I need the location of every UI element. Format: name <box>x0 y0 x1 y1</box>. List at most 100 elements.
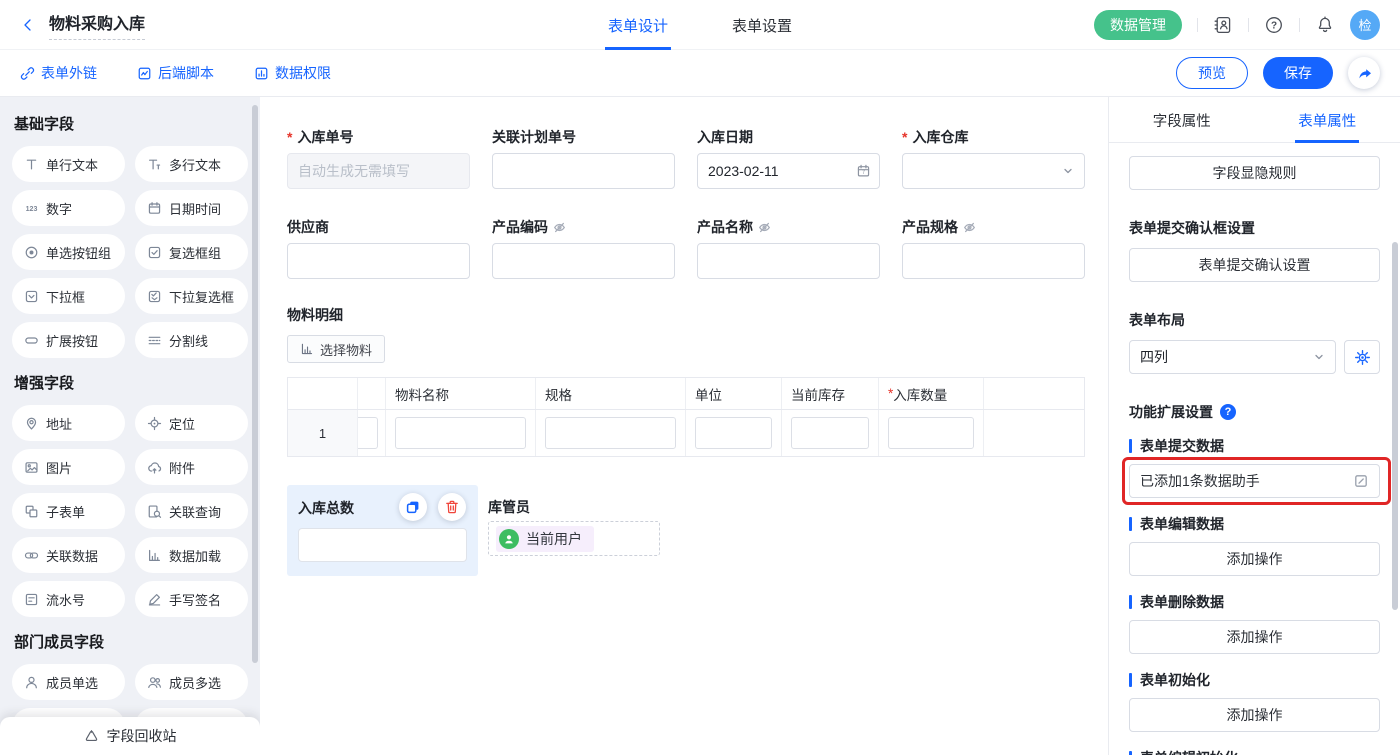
subform-material-detail[interactable]: 物料明细 选择物料 物料名称 规格 单位 当前库存 *入库数量 1 <box>287 307 1108 457</box>
warehouse-select[interactable] <box>902 153 1085 189</box>
sidebar-item-radio-group[interactable]: 单选按钮组 <box>12 234 125 270</box>
inbound-qty-input[interactable] <box>888 417 974 449</box>
data-manage-button[interactable]: 数据管理 <box>1094 10 1182 40</box>
field-product-name[interactable]: 产品名称 <box>697 219 880 279</box>
submit-confirm-button[interactable]: 表单提交确认设置 <box>1129 248 1380 282</box>
cloud-upload-icon <box>147 460 162 475</box>
save-button[interactable]: 保存 <box>1263 57 1333 89</box>
serial-icon <box>24 592 39 607</box>
header-actions: 数据管理 ? 检 <box>1094 10 1380 40</box>
map-pin-icon <box>24 416 39 431</box>
plan-no-input[interactable] <box>492 153 675 189</box>
sidebar-item-data-load[interactable]: 数据加载 <box>135 537 248 573</box>
material-name-input[interactable] <box>395 417 526 449</box>
delete-field-button[interactable] <box>438 493 466 521</box>
header-tabs: 表单设计 表单设置 <box>605 0 795 50</box>
tab-form-design[interactable]: 表单设计 <box>605 0 671 50</box>
sidebar-item-subform[interactable]: 子表单 <box>12 493 125 529</box>
help-icon[interactable]: ? <box>1264 15 1284 35</box>
sidebar-item-multi-select[interactable]: 下拉复选框 <box>135 278 248 314</box>
row-number: 1 <box>288 410 358 456</box>
manager-value-box[interactable]: 当前用户 <box>488 521 660 556</box>
back-icon[interactable] <box>20 17 36 33</box>
sidebar-item-multi-text[interactable]: 多行文本 <box>135 146 248 182</box>
form-title[interactable]: 物料采购入库 <box>49 10 145 40</box>
notification-bell-icon[interactable] <box>1315 15 1335 35</box>
sidebar-item-ext-button[interactable]: 扩展按钮 <box>12 322 125 358</box>
sidebar-item-number[interactable]: 123数字 <box>12 190 125 226</box>
add-action-button-init[interactable]: 添加操作 <box>1129 698 1380 732</box>
backend-script-action[interactable]: 后端脚本 <box>137 63 214 83</box>
sidebar-item-member-single[interactable]: 成员单选 <box>12 664 125 700</box>
sidebar-item-address[interactable]: 地址 <box>12 405 125 441</box>
current-user-tag[interactable]: 当前用户 <box>496 526 594 552</box>
contact-book-icon[interactable] <box>1213 15 1233 35</box>
field-plan-no[interactable]: 关联计划单号 <box>492 129 675 189</box>
panel-scrollbar[interactable] <box>1392 242 1398 610</box>
product-spec-input[interactable] <box>902 243 1085 279</box>
data-assistant-box[interactable]: 已添加1条数据助手 <box>1129 464 1380 498</box>
order-no-input[interactable] <box>287 153 470 189</box>
field-order-no[interactable]: *入库单号 <box>287 129 470 189</box>
col-material-name: 物料名称 <box>386 378 536 409</box>
chevron-down-icon <box>1313 351 1325 363</box>
subform-table: 物料名称 规格 单位 当前库存 *入库数量 1 <box>287 377 1085 457</box>
field-supplier[interactable]: 供应商 <box>287 219 470 279</box>
sidebar-item-single-text[interactable]: 单行文本 <box>12 146 125 182</box>
sidebar-item-serial-number[interactable]: 流水号 <box>12 581 125 617</box>
layout-settings-button[interactable] <box>1344 340 1380 374</box>
sidebar-item-divider[interactable]: 分割线 <box>135 322 248 358</box>
group-edit-data: 表单编辑数据 <box>1129 514 1380 534</box>
field-product-spec[interactable]: 产品规格 <box>902 219 1085 279</box>
field-warehouse[interactable]: *入库仓库 <box>902 129 1085 189</box>
add-action-button-edit[interactable]: 添加操作 <box>1129 542 1380 576</box>
sidebar-item-checkbox-group[interactable]: 复选框组 <box>135 234 248 270</box>
share-button[interactable] <box>1348 57 1380 89</box>
sidebar-item-signature[interactable]: 手写签名 <box>135 581 248 617</box>
tab-field-properties[interactable]: 字段属性 <box>1109 97 1255 142</box>
field-product-code[interactable]: 产品编码 <box>492 219 675 279</box>
product-code-input[interactable] <box>492 243 675 279</box>
field-inbound-date[interactable]: 入库日期 7 <box>697 129 880 189</box>
field-display-rules-button[interactable]: 字段显隐规则 <box>1129 156 1380 190</box>
add-action-button-delete[interactable]: 添加操作 <box>1129 620 1380 654</box>
sidebar-item-attachment[interactable]: 附件 <box>135 449 248 485</box>
tab-form-properties[interactable]: 表单属性 <box>1255 97 1400 142</box>
edit-icon[interactable] <box>1353 473 1369 489</box>
inbound-total-input[interactable] <box>298 528 467 562</box>
multi-select-icon <box>147 289 162 304</box>
copy-field-button[interactable] <box>399 493 427 521</box>
sidebar-item-datetime[interactable]: 日期时间 <box>135 190 248 226</box>
unit-input[interactable] <box>695 417 772 449</box>
sidebar-item-image[interactable]: 图片 <box>12 449 125 485</box>
sidebar-item-linked-data[interactable]: 关联数据 <box>12 537 125 573</box>
field-warehouse-manager[interactable]: 库管员 当前用户 <box>488 497 660 556</box>
layout-select[interactable]: 四列 <box>1129 340 1336 374</box>
product-name-input[interactable] <box>697 243 880 279</box>
supplier-input[interactable] <box>287 243 470 279</box>
sidebar-item-select[interactable]: 下拉框 <box>12 278 125 314</box>
clipped-cell-input[interactable] <box>358 417 378 449</box>
col-unit: 单位 <box>686 378 782 409</box>
pen-icon <box>147 592 162 607</box>
user-avatar[interactable]: 检 <box>1350 10 1380 40</box>
form-toolbar: 表单外链 后端脚本 数据权限 预览 保存 <box>0 50 1400 97</box>
sidebar-item-location[interactable]: 定位 <box>135 405 248 441</box>
sidebar-item-member-multi[interactable]: 成员多选 <box>135 664 248 700</box>
current-stock-input[interactable] <box>791 417 869 449</box>
checkbox-icon <box>147 245 162 260</box>
sidebar-item-lookup[interactable]: 关联查询 <box>135 493 248 529</box>
external-link-action[interactable]: 表单外链 <box>20 63 97 83</box>
help-question-icon[interactable]: ? <box>1220 404 1236 420</box>
inbound-date-input[interactable] <box>697 153 880 189</box>
blue-bar <box>1129 517 1132 531</box>
preview-button[interactable]: 预览 <box>1176 57 1248 89</box>
spec-input[interactable] <box>545 417 676 449</box>
manager-label: 库管员 <box>488 497 660 513</box>
tab-form-settings[interactable]: 表单设置 <box>729 0 795 50</box>
select-material-button[interactable]: 选择物料 <box>287 335 385 363</box>
data-permission-action[interactable]: 数据权限 <box>254 63 331 83</box>
field-recycle-bin[interactable]: 字段回收站 <box>0 717 260 755</box>
field-inbound-total-selected[interactable]: 入库总数 <box>287 485 478 576</box>
sidebar-scrollbar[interactable] <box>252 105 258 663</box>
